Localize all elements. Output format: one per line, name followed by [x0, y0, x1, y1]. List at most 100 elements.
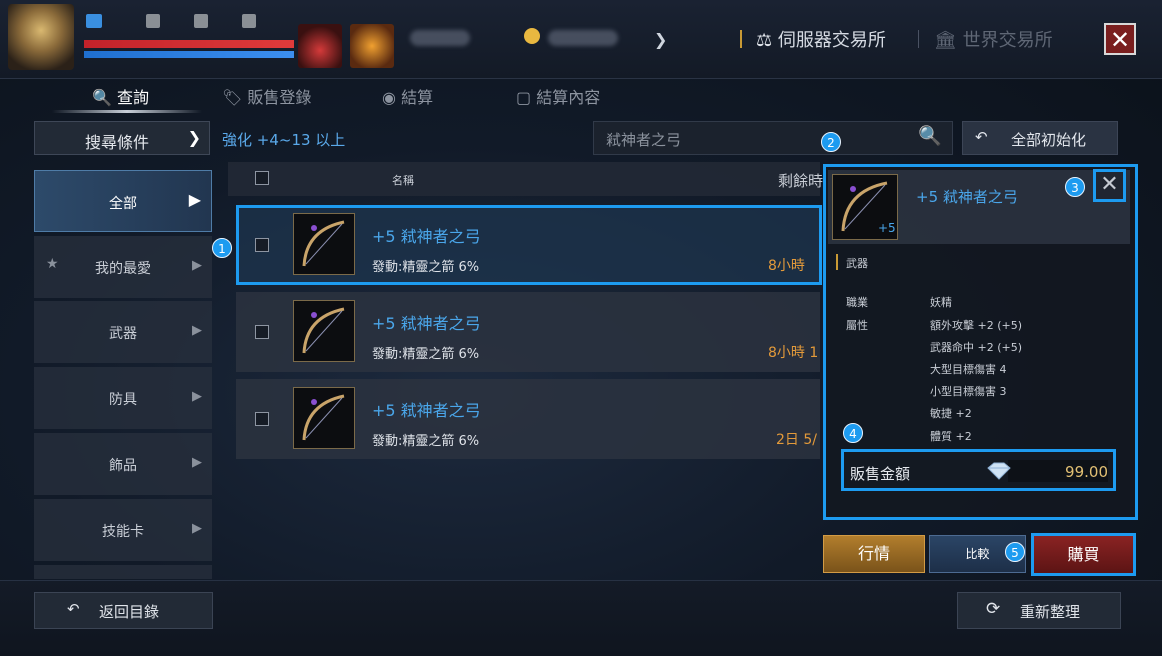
category-armor[interactable]: 防具 ▶: [34, 367, 212, 429]
triangle-right-icon: ▶: [192, 455, 202, 470]
tab-settle[interactable]: ◉ 結算: [382, 84, 433, 108]
bow-icon: [293, 213, 355, 275]
job-label: 職業: [846, 296, 868, 309]
triangle-right-icon: ▶: [188, 190, 201, 209]
attribute-value: 小型目標傷害 3: [930, 385, 1007, 398]
divider: [918, 30, 919, 48]
search-input-value: 弒神者之弓: [606, 131, 682, 149]
row-checkbox[interactable]: [255, 412, 269, 426]
item-name: +5 弒神者之弓: [372, 227, 481, 246]
category-skill-cards[interactable]: 技能卡 ▶: [34, 499, 212, 561]
status-icon: [242, 14, 256, 28]
category-label: 武器: [109, 326, 137, 342]
column-name: 名稱: [392, 174, 414, 187]
annotation-marker: 5: [1005, 542, 1025, 562]
search-conditions-button[interactable]: 搜尋條件 ❯: [34, 121, 210, 155]
attribute-label: 屬性: [846, 319, 868, 332]
document-icon: ▢: [516, 88, 532, 107]
triangle-right-icon: ▶: [192, 323, 202, 338]
hp-bar: [84, 40, 294, 48]
triangle-right-icon: ▶: [192, 389, 202, 404]
tab-label: 販售登錄: [247, 88, 312, 107]
buy-label: 購買: [1067, 545, 1100, 564]
potion-slot[interactable]: [298, 24, 342, 68]
back-to-menu-button[interactable]: ↶ 返回目錄: [34, 592, 213, 629]
enhance-level: +5: [878, 221, 896, 235]
character-portrait[interactable]: [8, 4, 74, 70]
gold-balance: [548, 30, 618, 46]
coins-icon: ◉: [382, 88, 396, 107]
tab-label: 查詢: [117, 88, 150, 107]
chevron-right-icon: ❯: [187, 128, 201, 147]
bow-icon: [293, 300, 355, 362]
diamond-icon: [984, 462, 1012, 480]
server-exchange-tab[interactable]: ⚖ 伺服器交易所: [756, 26, 886, 52]
refresh-label: 重新整理: [1020, 603, 1081, 621]
world-exchange-tab[interactable]: 🏛 世界交易所: [934, 26, 1053, 52]
search-icon: 🔍: [92, 88, 112, 107]
world-exchange-label: 世界交易所: [962, 30, 1053, 51]
bank-icon: 🏛: [934, 30, 957, 51]
enhance-range-text: 強化 +4~13 以上: [222, 131, 346, 149]
sale-price-value: 99.00: [1065, 463, 1108, 481]
tab-label: 結算: [401, 88, 434, 107]
column-remaining: 剩餘時: [778, 172, 824, 190]
chevron-right-icon[interactable]: ❯: [654, 30, 667, 49]
tab-settle-content[interactable]: ▢ 結算內容: [516, 84, 600, 108]
active-tab-indicator: [52, 110, 202, 113]
item-remaining-time: 2日 5/: [776, 432, 817, 448]
detail-close-button[interactable]: ✕: [1093, 169, 1126, 202]
row-checkbox[interactable]: [255, 238, 269, 252]
search-icon[interactable]: 🔍: [918, 124, 942, 147]
market-price-button[interactable]: 行情: [823, 535, 925, 573]
status-icon: [194, 14, 208, 28]
category-label: 我的最愛: [95, 261, 151, 277]
annotation-marker: 4: [843, 423, 863, 443]
category-label: 防具: [109, 392, 137, 408]
buff-icon: [86, 14, 102, 28]
market-price-label: 行情: [857, 544, 890, 563]
triangle-right-icon: ▶: [192, 521, 202, 536]
category-favorites[interactable]: ★ 我的最愛 ▶: [34, 236, 212, 298]
row-checkbox[interactable]: [255, 325, 269, 339]
tab-sell-register[interactable]: 🏷 販售登錄: [222, 84, 311, 108]
gold-icon: [524, 28, 540, 44]
refresh-button[interactable]: ⟳ 重新整理: [957, 592, 1121, 629]
item-name: +5 弒神者之弓: [372, 401, 481, 420]
category-all[interactable]: 全部 ▶: [34, 170, 212, 232]
select-all-checkbox[interactable]: [255, 171, 269, 185]
triangle-right-icon: ▶: [192, 258, 202, 273]
item-slot[interactable]: [350, 24, 394, 68]
item-effect: 發動:精靈之箭 6%: [372, 260, 480, 275]
buy-button[interactable]: 購買: [1031, 533, 1136, 576]
category-marker: [836, 254, 838, 270]
undo-icon: ↶: [67, 600, 80, 618]
server-exchange-label: 伺服器交易所: [777, 30, 886, 51]
detail-category: 武器: [846, 257, 868, 270]
attribute-value: 敏捷 +2: [930, 407, 972, 420]
tab-label: 結算內容: [536, 88, 601, 107]
reset-all-button[interactable]: ↶ 全部初始化: [962, 121, 1118, 155]
undo-icon: ↶: [975, 128, 988, 146]
tag-icon: 🏷: [222, 88, 243, 107]
divider: [740, 30, 742, 48]
job-value: 妖精: [930, 296, 952, 309]
search-conditions-label: 搜尋條件: [85, 133, 150, 152]
scale-icon: ⚖: [756, 30, 773, 51]
tab-search[interactable]: 🔍 查詢: [92, 84, 149, 108]
annotation-marker: 3: [1065, 177, 1085, 197]
compare-label: 比較: [965, 547, 990, 561]
category-weapons[interactable]: 武器 ▶: [34, 301, 212, 363]
category-more[interactable]: [34, 565, 212, 579]
category-label: 飾品: [109, 458, 137, 474]
category-label: 技能卡: [102, 524, 144, 540]
category-accessories[interactable]: 飾品 ▶: [34, 433, 212, 495]
detail-item-name: +5 弒神者之弓: [916, 188, 1018, 206]
annotation-marker: 1: [212, 238, 232, 258]
attribute-value: 大型目標傷害 4: [930, 363, 1007, 376]
refresh-icon: ⟳: [986, 599, 1001, 619]
item-effect: 發動:精靈之箭 6%: [372, 434, 480, 449]
annotation-marker: 2: [821, 132, 841, 152]
diamond-balance: [410, 30, 470, 46]
close-button[interactable]: ✕: [1104, 23, 1136, 55]
